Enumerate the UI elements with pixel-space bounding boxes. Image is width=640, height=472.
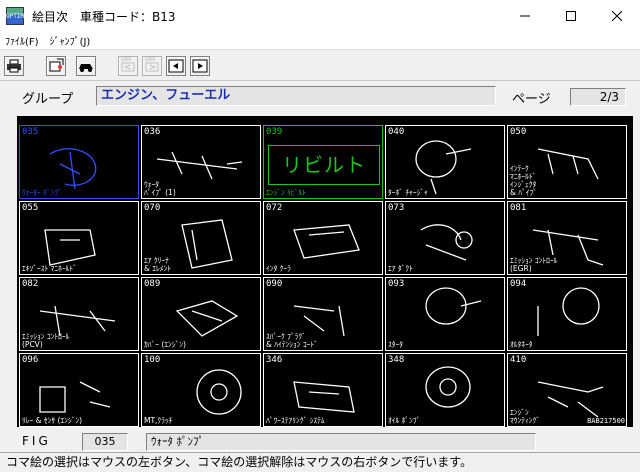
- maximize-button[interactable]: [548, 0, 594, 32]
- illustration-stamp: BAB217500: [587, 417, 625, 425]
- illustration-code: 073: [388, 203, 405, 213]
- illustration-name: ﾘﾚｰ & ｾﾝｻ (ｴﾝｼﾞﾝ): [22, 416, 83, 425]
- window-controls: [502, 0, 640, 32]
- page-next-icon: [192, 59, 208, 73]
- illustration-code: 070: [144, 203, 161, 213]
- illustration-cell-094[interactable]: 094 ｵﾙﾀﾈｰﾀ: [507, 277, 627, 351]
- window-title: 絵目次 車種コード：B13: [32, 9, 176, 24]
- fig-code: 035: [82, 433, 128, 451]
- illustration-code: 036: [144, 127, 161, 137]
- illustration-cell-348[interactable]: 348 ｵｲﾙ ﾎﾟﾝﾌﾟ: [385, 353, 505, 427]
- app-icon: OPTIM: [6, 7, 24, 25]
- fig-label: FIG: [22, 434, 51, 448]
- illustration-cell-100[interactable]: 100 MT,ｸﾗｯﾁ: [141, 353, 261, 427]
- menu-file[interactable]: ﾌｧｲﾙ(F): [0, 33, 45, 48]
- illustration-name: ｵｲﾙ ﾎﾟﾝﾌﾟ: [388, 416, 421, 425]
- illustration-cell-070[interactable]: 070 ｴｱ ｸﾘｰﾅ & ｴﾚﾒﾝﾄ: [141, 201, 261, 275]
- frame-select-icon: [49, 58, 64, 72]
- illustration-cell-093[interactable]: 093 ｽﾀｰﾀ: [385, 277, 505, 351]
- illustration-code: 410: [510, 355, 527, 365]
- minimize-icon: [520, 15, 530, 17]
- illustration-name: ｴｱ ﾀﾞｸﾄ: [388, 264, 413, 273]
- illustration-code: 094: [510, 279, 527, 289]
- illustration-name: ｳｫｰﾀｰ ﾎﾟﾝﾌﾟ: [22, 188, 62, 197]
- menu-jump[interactable]: ｼﾞｬﾝﾌﾟ(J): [45, 33, 97, 48]
- group-row: グループ エンジン、フューエル ページ 2/3: [0, 86, 640, 108]
- status-bar: コマ絵の選択はマウスの左ボタン、コマ絵の選択解除はマウスの右ボタンで行います。: [0, 452, 640, 472]
- page-value: 2/3: [570, 88, 626, 106]
- select-frame-button[interactable]: [46, 56, 66, 76]
- illustration-code: 082: [22, 279, 39, 289]
- illustration-name: ｴﾐｯｼｮﾝ ｺﾝﾄﾛｰﾙ (EGR): [510, 256, 558, 273]
- menu-bar: ﾌｧｲﾙ(F) ｼﾞｬﾝﾌﾟ(J): [0, 32, 640, 50]
- illustration-code: 050: [510, 127, 527, 137]
- illustration-name: ｲﾝﾃｰｸ ﾏﾆﾎｰﾙﾄﾞ ｲﾝｼﾞｪｸﾀ & ﾊﾟｲﾌﾟ: [510, 164, 537, 197]
- illustration-code: 081: [510, 203, 527, 213]
- illustration-cell-090[interactable]: 090 ｽﾊﾟｰｸ ﾌﾟﾗｸﾞ & ﾊｲﾃﾝｼｮﾝ ｺｰﾄﾞ: [263, 277, 383, 351]
- illustration-name: ｽﾊﾟｰｸ ﾌﾟﾗｸﾞ & ﾊｲﾃﾝｼｮﾝ ｺｰﾄﾞ: [266, 332, 318, 349]
- maximize-icon: [566, 11, 576, 21]
- illustration-cell-072[interactable]: 072 ｲﾝﾀ ｸｰﾗ: [263, 201, 383, 275]
- illustration-cell-081[interactable]: 081 ｴﾐｯｼｮﾝ ｺﾝﾄﾛｰﾙ (EGR): [507, 201, 627, 275]
- illustration-name: ｴｱ ｸﾘｰﾅ & ｴﾚﾒﾝﾄ: [144, 256, 171, 273]
- close-button[interactable]: [594, 0, 640, 32]
- print-button[interactable]: [4, 56, 24, 76]
- illustration-grid: 035 ｳｫｰﾀｰ ﾎﾟﾝﾌﾟ 036 ｳｫｰﾀ ﾊﾟｲﾌﾟ (1) 039 リビルト ｴﾝ…: [17, 116, 633, 427]
- illustration-code: 072: [266, 203, 283, 213]
- group-value: エンジン、フューエル: [96, 86, 496, 106]
- illustration-cell-096[interactable]: 096 ﾘﾚｰ & ｾﾝｻ (ｴﾝｼﾞﾝ): [19, 353, 139, 427]
- illustration-cell-040[interactable]: 040 ﾀｰﾎﾞ ﾁｬｰｼﾞｬ: [385, 125, 505, 199]
- minimize-button[interactable]: [502, 0, 548, 32]
- illustration-name: ｴﾐｯｼｮﾝ ｺﾝﾄﾛｰﾙ (PCV): [22, 332, 70, 349]
- illustration-name: ｴｷｿﾞｰｽﾄ ﾏﾆﾎｰﾙﾄﾞ: [22, 264, 77, 273]
- illustration-cell-036[interactable]: 036 ｳｫｰﾀ ﾊﾟｲﾌﾟ (1): [141, 125, 261, 199]
- illustration-name: ﾊﾟﾜｰｽﾃｱﾘﾝｸﾞ ｼｽﾃﾑ: [266, 416, 325, 425]
- printer-icon: [7, 59, 21, 73]
- group-prev-button[interactable]: GRP: [118, 56, 138, 76]
- close-icon: [612, 11, 622, 21]
- illustration-cell-055[interactable]: 055 ｴｷｿﾞｰｽﾄ ﾏﾆﾎｰﾙﾄﾞ: [19, 201, 139, 275]
- illustration-code: 055: [22, 203, 39, 213]
- illustration-code: 040: [388, 127, 405, 137]
- illustration-code: 090: [266, 279, 283, 289]
- group-next-button[interactable]: GRP: [142, 56, 162, 76]
- illustration-name: ｽﾀｰﾀ: [388, 340, 403, 349]
- illustration-name: ｶﾊﾞｰ (ｴﾝｼﾞﾝ): [144, 340, 186, 349]
- car-view-button[interactable]: [76, 56, 96, 76]
- illustration-name: ｲﾝﾀ ｸｰﾗ: [266, 264, 291, 273]
- page-label: ページ: [512, 92, 551, 107]
- page-prev-icon: [168, 59, 184, 73]
- illustration-code: 100: [144, 355, 161, 365]
- illustration-code: 039: [266, 127, 283, 137]
- group-label: グループ: [22, 92, 74, 107]
- illustration-code: 089: [144, 279, 161, 289]
- illustration-cell-050[interactable]: 050 ｲﾝﾃｰｸ ﾏﾆﾎｰﾙﾄﾞ ｲﾝｼﾞｪｸﾀ & ﾊﾟｲﾌﾟ: [507, 125, 627, 199]
- illustration-name: ｵﾙﾀﾈｰﾀ: [510, 340, 533, 349]
- illustration-cell-089[interactable]: 089 ｶﾊﾞｰ (ｴﾝｼﾞﾝ): [141, 277, 261, 351]
- illustration-cell-410[interactable]: 410 ｴﾝｼﾞﾝ ﾏｳﾝﾃｨﾝｸﾞ BAB217500: [507, 353, 627, 427]
- illustration-name: ﾀｰﾎﾞ ﾁｬｰｼﾞｬ: [388, 188, 428, 197]
- illustration-name: MT,ｸﾗｯﾁ: [144, 416, 173, 425]
- rebuilt-label: リビルト: [268, 145, 380, 185]
- illustration-code: 093: [388, 279, 405, 289]
- illustration-code: 096: [22, 355, 39, 365]
- illustration-cell-346[interactable]: 346 ﾊﾟﾜｰｽﾃｱﾘﾝｸﾞ ｼｽﾃﾑ: [263, 353, 383, 427]
- car-icon: [79, 64, 93, 72]
- fig-row: FIG 035 ｳｫｰﾀ ﾎﾟﾝﾌﾟ: [0, 433, 640, 451]
- illustration-cell-035[interactable]: 035 ｳｫｰﾀｰ ﾎﾟﾝﾌﾟ: [19, 125, 139, 199]
- illustration-code: 035: [22, 127, 39, 137]
- illustration-code: 348: [388, 355, 405, 365]
- illustration-name: ｳｫｰﾀ ﾊﾟｲﾌﾟ (1): [144, 180, 176, 197]
- fig-name: ｳｫｰﾀ ﾎﾟﾝﾌﾟ: [146, 433, 536, 451]
- page-next-button[interactable]: [190, 56, 210, 76]
- illustration-name: ｴﾝｼﾞﾝ ﾏｳﾝﾃｨﾝｸﾞ: [510, 408, 540, 425]
- illustration-code: 346: [266, 355, 283, 365]
- illustration-cell-082[interactable]: 082 ｴﾐｯｼｮﾝ ｺﾝﾄﾛｰﾙ (PCV): [19, 277, 139, 351]
- toolbar: GRP GRP: [0, 51, 640, 81]
- page-prev-button[interactable]: [166, 56, 186, 76]
- illustration-name: ｴﾝｼﾞﾝ ﾘﾋﾞﾙﾄ: [266, 188, 306, 197]
- title-bar: OPTIM 絵目次 車種コード：B13: [0, 0, 640, 32]
- illustration-cell-039[interactable]: 039 リビルト ｴﾝｼﾞﾝ ﾘﾋﾞﾙﾄ: [263, 125, 383, 199]
- illustration-cell-073[interactable]: 073 ｴｱ ﾀﾞｸﾄ: [385, 201, 505, 275]
